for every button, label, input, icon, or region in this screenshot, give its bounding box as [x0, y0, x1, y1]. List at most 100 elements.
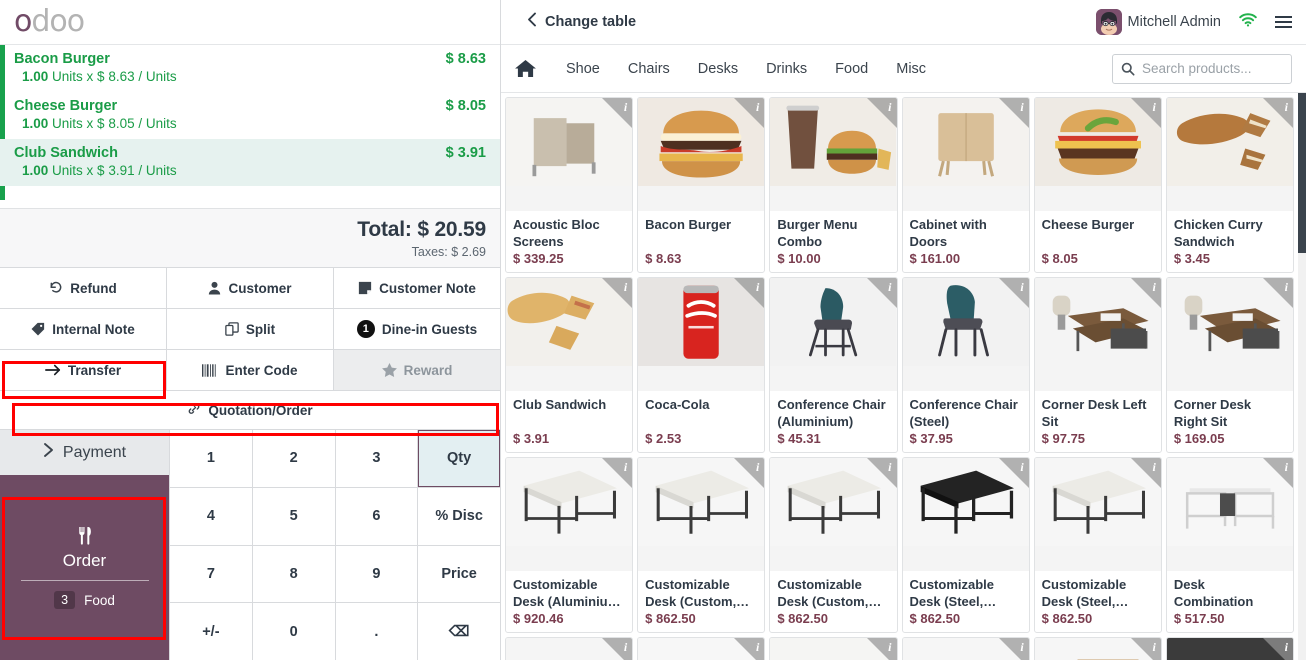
product-info-icon[interactable]: i	[888, 460, 891, 475]
numpad-9[interactable]: 9	[335, 545, 418, 603]
product-info-icon[interactable]: i	[1285, 460, 1288, 475]
product-info-icon[interactable]: i	[624, 100, 627, 115]
product-info-icon[interactable]: i	[624, 460, 627, 475]
dine-in-guests-button[interactable]: 1 Dine-in Guests	[334, 309, 500, 349]
product-card[interactable]: i Customizable Desk (Steel,… $ 862.50	[1033, 457, 1162, 633]
action-label: Internal Note	[52, 321, 135, 337]
numpad-5[interactable]: 5	[252, 487, 335, 545]
product-info-icon[interactable]: i	[1020, 100, 1023, 115]
category-food[interactable]: Food	[821, 61, 882, 77]
category-chairs[interactable]: Chairs	[614, 61, 684, 77]
customer-button[interactable]: Customer	[167, 268, 333, 308]
product-card[interactable]: i	[1165, 637, 1294, 660]
product-scrollbar-thumb[interactable]	[1298, 93, 1306, 253]
product-card[interactable]: i Customizable Desk (Custom,… $ 862.50	[637, 457, 766, 633]
product-price: $ 862.50	[777, 611, 828, 626]
product-info-icon[interactable]: i	[1152, 640, 1155, 655]
product-card[interactable]: i Customizable Desk (Custom,… $ 862.50	[769, 457, 898, 633]
user-menu[interactable]: Mitchell Admin	[1095, 9, 1221, 35]
quotation-order-button[interactable]: Quotation/Order	[0, 390, 500, 429]
home-icon[interactable]	[515, 59, 536, 78]
product-info-icon[interactable]: i	[1020, 280, 1023, 295]
product-card[interactable]: i Bacon Burger $ 8.63	[637, 97, 766, 273]
product-card[interactable]: i	[769, 637, 898, 660]
numpad-3[interactable]: 3	[335, 430, 418, 487]
product-info-icon[interactable]: i	[756, 460, 759, 475]
product-card[interactable]: i Club Sandwich $ 3.91	[505, 277, 634, 453]
transfer-button[interactable]: Transfer	[0, 350, 166, 390]
product-card[interactable]: i Conference Chair (Steel) $ 37.95	[901, 277, 1030, 453]
numpad-discount[interactable]: % Disc	[418, 487, 500, 545]
product-meta: Cheese Burger $ 8.05	[1035, 211, 1161, 272]
numpad-2[interactable]: 2	[252, 430, 335, 487]
product-card[interactable]: i Burger Menu Combo $ 10.00	[769, 97, 898, 273]
product-card[interactable]: i Desk Combination $ 517.50	[1165, 457, 1294, 633]
payment-button[interactable]: Payment	[0, 430, 169, 475]
product-card[interactable]: i Conference Chair (Aluminium) $ 45.31	[769, 277, 898, 453]
product-card[interactable]: i	[505, 637, 634, 660]
numpad-price[interactable]: Price	[418, 545, 500, 603]
product-info-icon[interactable]: i	[1020, 460, 1023, 475]
order-line[interactable]: Cheese Burger $ 8.05 1.00 Units x $ 8.05 /…	[0, 92, 500, 139]
product-info-icon[interactable]: i	[1285, 280, 1288, 295]
numpad-plusminus[interactable]: +/-	[170, 603, 252, 660]
customer-note-button[interactable]: Customer Note	[334, 268, 500, 308]
product-info-icon[interactable]: i	[1152, 280, 1155, 295]
product-info-icon[interactable]: i	[756, 280, 759, 295]
product-info-icon[interactable]: i	[1152, 460, 1155, 475]
split-button[interactable]: Split	[167, 309, 333, 349]
product-card[interactable]: i Corner Desk Right Sit $ 169.05	[1165, 277, 1294, 453]
product-card[interactable]: i Customizable Desk (Aluminiu… $ 920.46	[505, 457, 634, 633]
category-drinks[interactable]: Drinks	[752, 61, 821, 77]
numpad-backspace[interactable]: ⌫	[418, 603, 500, 660]
product-info-icon[interactable]: i	[888, 100, 891, 115]
product-card[interactable]: i Cabinet with Doors $ 161.00	[901, 97, 1030, 273]
product-info-icon[interactable]: i	[1285, 640, 1288, 655]
search-input[interactable]	[1142, 61, 1283, 76]
order-line[interactable]: Bacon Burger $ 8.63 1.00 Units x $ 8.63 / …	[0, 45, 500, 92]
product-card[interactable]: i Coca-Cola $ 2.53	[637, 277, 766, 453]
change-table-button[interactable]: Change table	[527, 12, 636, 32]
order-line[interactable]: Club Sandwich $ 3.91 1.00 Units x $ 3.91 /…	[0, 139, 500, 186]
numpad-8[interactable]: 8	[252, 545, 335, 603]
product-info-icon[interactable]: i	[624, 640, 627, 655]
numpad-1[interactable]: 1	[170, 430, 252, 487]
product-card[interactable]: i	[637, 637, 766, 660]
internal-note-button[interactable]: Internal Note	[0, 309, 166, 349]
product-info-icon[interactable]: i	[756, 100, 759, 115]
product-card[interactable]: i Customizable Desk (Steel,… $ 862.50	[901, 457, 1030, 633]
product-name: Conference Chair (Aluminium)	[777, 397, 886, 430]
order-course-button[interactable]: Order 3 Food	[0, 475, 169, 660]
numpad-0[interactable]: 0	[252, 603, 335, 660]
product-card[interactable]: i Corner Desk Left Sit $ 97.75	[1033, 277, 1162, 453]
product-info-icon[interactable]: i	[888, 640, 891, 655]
product-card[interactable]: i Chicken Curry Sandwich $ 3.45	[1165, 97, 1294, 273]
numpad-qty[interactable]: Qty	[418, 430, 500, 487]
product-info-icon[interactable]: i	[1020, 640, 1023, 655]
numpad-4[interactable]: 4	[170, 487, 252, 545]
product-card[interactable]: i	[901, 637, 1030, 660]
hamburger-menu-icon[interactable]	[1275, 16, 1292, 28]
product-info-icon[interactable]: i	[1152, 100, 1155, 115]
product-info-icon[interactable]: i	[624, 280, 627, 295]
product-card[interactable]: i	[1033, 637, 1162, 660]
numpad-decimal[interactable]: .	[335, 603, 418, 660]
product-card[interactable]: i Acoustic Bloc Screens $ 339.25	[505, 97, 634, 273]
product-info-icon[interactable]: i	[888, 280, 891, 295]
product-info-icon[interactable]: i	[1285, 100, 1288, 115]
refund-button[interactable]: Refund	[0, 268, 166, 308]
odoo-logo[interactable]: odoo	[14, 7, 85, 37]
product-card[interactable]: i Cheese Burger $ 8.05	[1033, 97, 1162, 273]
product-scrollbar-track[interactable]	[1298, 93, 1306, 660]
reward-button[interactable]: Reward	[334, 350, 500, 390]
product-name: Burger Menu Combo	[777, 217, 858, 250]
search-box[interactable]	[1112, 53, 1292, 84]
product-info-icon[interactable]: i	[756, 640, 759, 655]
category-shoe[interactable]: Shoe	[552, 61, 614, 77]
enter-code-button[interactable]: Enter Code	[167, 350, 333, 390]
category-misc[interactable]: Misc	[882, 61, 940, 77]
numpad-7[interactable]: 7	[170, 545, 252, 603]
numpad-6[interactable]: 6	[335, 487, 418, 545]
category-desks[interactable]: Desks	[684, 61, 752, 77]
wifi-icon[interactable]	[1239, 13, 1257, 31]
